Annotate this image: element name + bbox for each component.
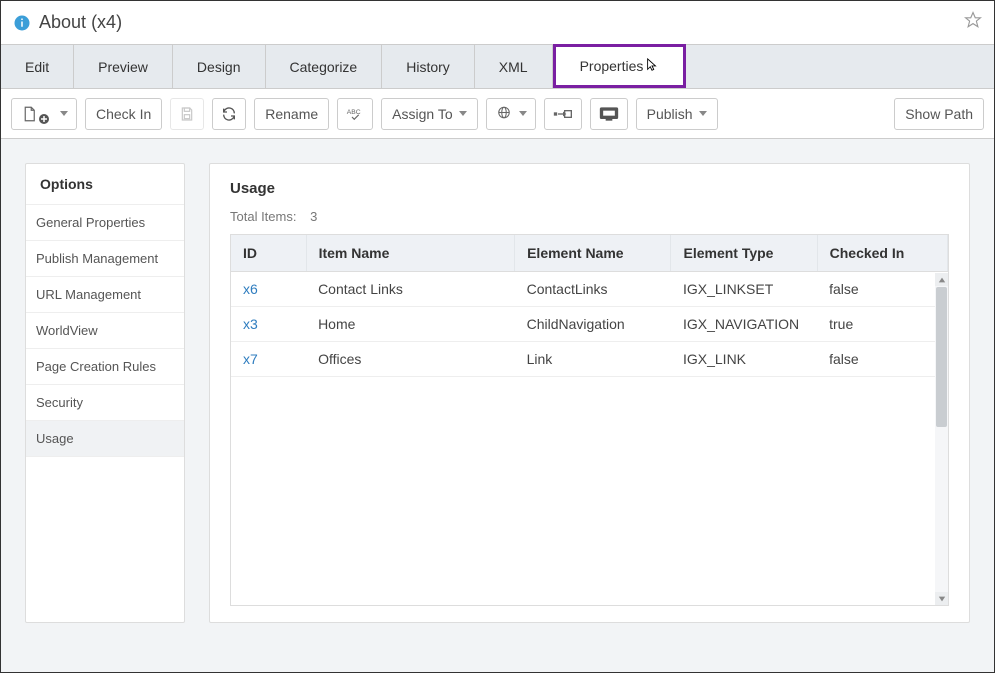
table-row[interactable]: x6Contact LinksContactLinksIGX_LINKSETfa… bbox=[231, 272, 948, 307]
tab-design[interactable]: Design bbox=[173, 45, 266, 88]
show-path-button[interactable]: Show Path bbox=[894, 98, 984, 130]
sidebar-header: Options bbox=[26, 164, 184, 205]
sidebar-item-publish-management[interactable]: Publish Management bbox=[26, 241, 184, 277]
caret-down-icon bbox=[699, 111, 707, 116]
assign-to-dropdown[interactable]: Assign To bbox=[381, 98, 477, 130]
translate-dropdown[interactable] bbox=[486, 98, 536, 130]
check-in-button[interactable]: Check In bbox=[85, 98, 162, 130]
usage-table: IDItem NameElement NameElement TypeCheck… bbox=[231, 235, 948, 377]
sidebar-item-general-properties[interactable]: General Properties bbox=[26, 205, 184, 241]
preview-device-button[interactable] bbox=[590, 98, 628, 130]
tab-label: Properties bbox=[580, 58, 644, 74]
tab-label: History bbox=[406, 59, 450, 75]
column-header[interactable]: Element Type bbox=[671, 235, 817, 272]
sidebar-item-worldview[interactable]: WorldView bbox=[26, 313, 184, 349]
refresh-button[interactable] bbox=[212, 98, 246, 130]
cell-id[interactable]: x6 bbox=[231, 272, 306, 307]
total-items-row: Total Items: 3 bbox=[230, 209, 949, 224]
tab-label: Edit bbox=[25, 59, 49, 75]
new-page-dropdown[interactable] bbox=[11, 98, 77, 130]
cell-element-name: ChildNavigation bbox=[515, 307, 671, 342]
tab-preview[interactable]: Preview bbox=[74, 45, 173, 88]
scroll-up-icon[interactable] bbox=[935, 273, 948, 286]
workflow-button[interactable] bbox=[544, 98, 582, 130]
main-panel: Usage Total Items: 3 IDItem NameElement … bbox=[209, 163, 970, 623]
column-header[interactable]: ID bbox=[231, 235, 306, 272]
info-icon bbox=[13, 14, 31, 32]
main-tabs: Edit Preview Design Categorize History XML Pro… bbox=[1, 45, 994, 89]
cell-id[interactable]: x3 bbox=[231, 307, 306, 342]
save-button[interactable] bbox=[170, 98, 204, 130]
toolbar: Check In Rename ABC Assign To Publish Sh… bbox=[1, 89, 994, 139]
column-header[interactable]: Element Name bbox=[515, 235, 671, 272]
caret-down-icon bbox=[459, 111, 467, 116]
rename-button[interactable]: Rename bbox=[254, 98, 329, 130]
cell-element-type: IGX_NAVIGATION bbox=[671, 307, 817, 342]
column-header[interactable]: Checked In bbox=[817, 235, 947, 272]
vertical-scrollbar[interactable] bbox=[935, 273, 948, 605]
caret-down-icon bbox=[519, 111, 527, 116]
tab-edit[interactable]: Edit bbox=[1, 45, 74, 88]
tab-categorize[interactable]: Categorize bbox=[266, 45, 383, 88]
tab-properties[interactable]: Properties bbox=[553, 44, 687, 88]
publish-dropdown[interactable]: Publish bbox=[636, 98, 718, 130]
cell-item-name: Contact Links bbox=[306, 272, 515, 307]
table-row[interactable]: x7OfficesLinkIGX_LINKfalse bbox=[231, 342, 948, 377]
cell-item-name: Home bbox=[306, 307, 515, 342]
spellcheck-button[interactable]: ABC bbox=[337, 98, 373, 130]
panel-heading: Usage bbox=[230, 180, 949, 197]
sidebar-item-security[interactable]: Security bbox=[26, 385, 184, 421]
sidebar-item-page-creation-rules[interactable]: Page Creation Rules bbox=[26, 349, 184, 385]
options-sidebar: Options General PropertiesPublish Manage… bbox=[25, 163, 185, 623]
tab-label: Categorize bbox=[290, 59, 358, 75]
table-row[interactable]: x3HomeChildNavigationIGX_NAVIGATIONtrue bbox=[231, 307, 948, 342]
scroll-down-icon[interactable] bbox=[935, 592, 948, 605]
scroll-thumb[interactable] bbox=[936, 287, 947, 427]
tab-label: Preview bbox=[98, 59, 148, 75]
cell-id[interactable]: x7 bbox=[231, 342, 306, 377]
cell-element-name: ContactLinks bbox=[515, 272, 671, 307]
sidebar-item-usage[interactable]: Usage bbox=[26, 421, 184, 457]
usage-table-wrap: IDItem NameElement NameElement TypeCheck… bbox=[230, 234, 949, 606]
sidebar-item-url-management[interactable]: URL Management bbox=[26, 277, 184, 313]
cell-element-type: IGX_LINK bbox=[671, 342, 817, 377]
tab-label: XML bbox=[499, 59, 528, 75]
page-title: About (x4) bbox=[39, 12, 122, 33]
titlebar: About (x4) bbox=[1, 1, 994, 45]
tab-history[interactable]: History bbox=[382, 45, 475, 88]
cell-element-name: Link bbox=[515, 342, 671, 377]
cell-element-type: IGX_LINKSET bbox=[671, 272, 817, 307]
column-header[interactable]: Item Name bbox=[306, 235, 515, 272]
tab-label: Design bbox=[197, 59, 241, 75]
content-area: Options General PropertiesPublish Manage… bbox=[1, 139, 994, 672]
cell-checked-in: false bbox=[817, 342, 947, 377]
caret-down-icon bbox=[60, 111, 68, 116]
favorite-star-icon[interactable] bbox=[964, 11, 982, 34]
tab-xml[interactable]: XML bbox=[475, 45, 553, 88]
cursor-icon bbox=[643, 58, 659, 75]
cell-checked-in: false bbox=[817, 272, 947, 307]
cell-item-name: Offices bbox=[306, 342, 515, 377]
cell-checked-in: true bbox=[817, 307, 947, 342]
